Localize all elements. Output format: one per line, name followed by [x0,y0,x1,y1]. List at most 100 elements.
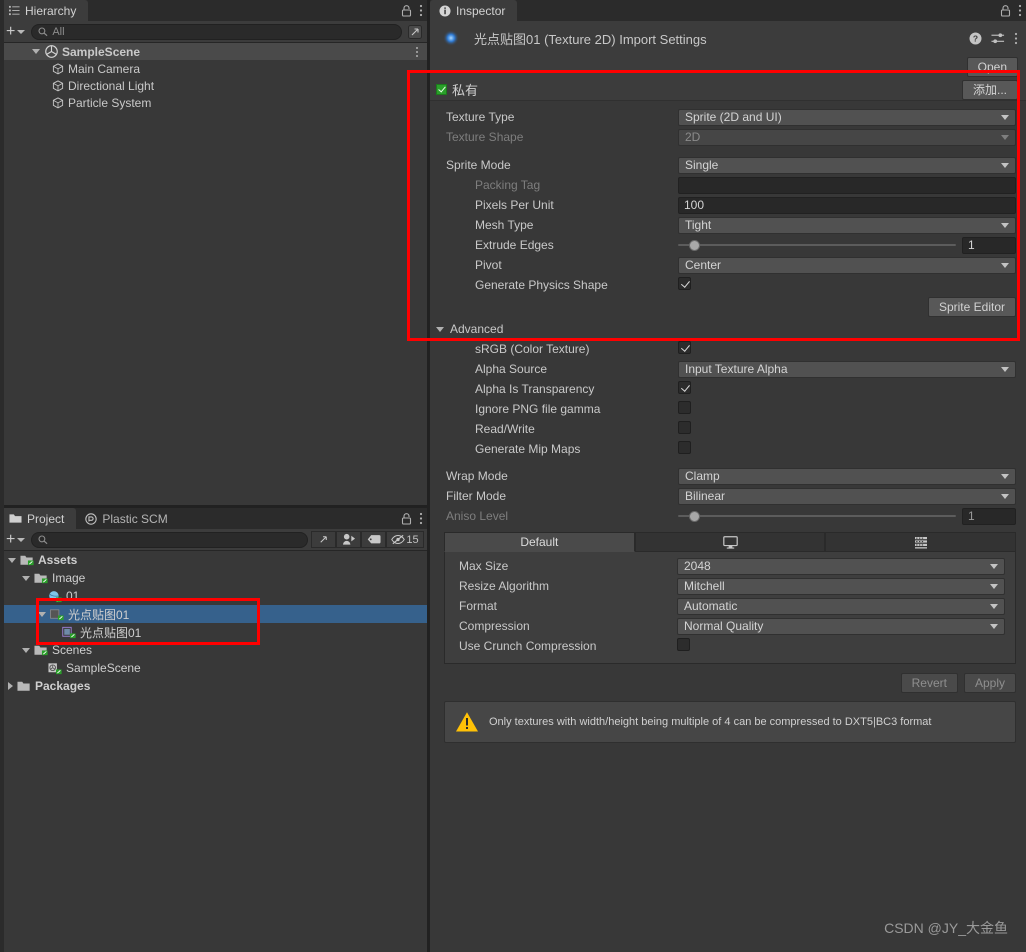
generate-mip-maps-checkbox[interactable] [678,441,691,454]
advanced-foldout[interactable]: Advanced [430,319,1026,339]
help-icon[interactable]: ? [969,32,982,45]
lock-icon[interactable] [401,512,412,525]
generate-physics-shape-checkbox[interactable] [678,277,691,290]
kebab-menu-icon[interactable] [1014,32,1018,45]
chevron-down-icon[interactable] [32,49,40,54]
field-label: Ignore PNG file gamma [475,402,601,416]
svg-text:?: ? [973,33,978,43]
resize-algorithm-dropdown[interactable]: Mitchell [677,577,1005,595]
dropdown-value: Tight [685,218,712,232]
packing-tag-input[interactable] [678,176,1016,194]
aniso-level-slider[interactable] [678,509,956,523]
alpha-is-transparency-checkbox[interactable] [678,381,691,394]
tab-hierarchy[interactable]: Hierarchy [0,0,89,21]
field-label: sRGB (Color Texture) [475,342,590,356]
field-label: Wrap Mode [446,469,508,483]
kebab-menu-icon[interactable] [415,46,419,58]
preset-icon[interactable] [991,32,1005,45]
platform-tab-default[interactable]: Default [444,532,635,552]
extrude-edges-value-input[interactable]: 1 [962,236,1016,254]
compression-dropdown[interactable]: Normal Quality [677,617,1005,635]
chevron-down-icon[interactable] [22,575,30,581]
project-item-samplescene[interactable]: SampleScene [0,659,427,677]
label-tag-icon[interactable] [361,531,386,548]
chevron-down-icon[interactable] [8,557,16,563]
project-expand-icon[interactable] [311,531,336,548]
tab-plastic-scm[interactable]: Plastic SCM [76,508,179,529]
texture-type-dropdown[interactable]: Sprite (2D and UI) [678,108,1016,126]
project-add-button[interactable]: + [3,531,28,548]
project-item-scenes[interactable]: Scenes [0,641,427,659]
project-item-sprite-child[interactable]: 光点贴图01 [0,623,427,641]
hierarchy-item-label: Directional Light [68,78,155,93]
hierarchy-item-particle-system[interactable]: Particle System [0,94,427,111]
panel-divider-horizontal[interactable] [0,505,427,508]
revert-button[interactable]: Revert [900,673,958,693]
input-value: 100 [684,198,705,212]
slider-knob[interactable] [689,239,701,251]
extrude-edges-slider[interactable] [678,238,956,252]
sprite-mode-dropdown[interactable]: Single [678,156,1016,174]
chevron-right-icon[interactable] [8,682,13,690]
aniso-level-value-input[interactable]: 1 [962,507,1016,525]
kebab-menu-icon[interactable] [419,4,423,17]
field-label: Alpha Source [475,362,548,376]
chevron-down-icon[interactable] [38,611,46,617]
max-size-dropdown[interactable]: 2048 [677,557,1005,575]
window-left-edge [0,0,4,952]
kebab-menu-icon[interactable] [419,512,423,525]
project-item-packages[interactable]: Packages [0,677,427,695]
apply-button[interactable]: Apply [963,673,1016,693]
gameobject-cube-icon [52,62,64,75]
chevron-down-icon [990,583,998,589]
platform-tab-android[interactable] [825,532,1017,552]
hidden-eye-toggle[interactable]: 15 [386,531,424,548]
hierarchy-expand-icon[interactable] [408,24,422,39]
field-label: Compression [459,619,530,633]
alpha-source-dropdown[interactable]: Input Texture Alpha [678,360,1016,378]
private-checkbox[interactable] [436,84,447,95]
platform-tab-standalone[interactable] [634,532,826,552]
hierarchy-item-directional-light[interactable]: Directional Light [0,77,427,94]
tab-project[interactable]: Project [0,508,77,529]
tab-inspector[interactable]: Inspector [430,0,518,21]
project-item-01[interactable]: 01 [0,587,427,605]
field-format: Format Automatic [445,596,1015,616]
project-item-assets[interactable]: Assets [0,551,427,569]
tab-inspector-label: Inspector [456,3,506,18]
revert-apply-row: Revert Apply [430,671,1026,695]
lock-icon[interactable] [1000,4,1011,17]
hierarchy-search-input[interactable]: All [31,23,402,40]
hierarchy-add-button[interactable]: + [3,23,28,40]
read-write-checkbox[interactable] [678,421,691,434]
field-pivot: Pivot Center [430,255,1026,275]
hierarchy-item-main-camera[interactable]: Main Camera [0,60,427,77]
pixels-per-unit-input[interactable]: 100 [678,196,1016,214]
inspector-open-row: Open [430,55,1026,79]
field-alpha-source: Alpha Source Input Texture Alpha [430,359,1026,379]
use-crunch-compression-checkbox[interactable] [677,638,690,651]
sprite-editor-button[interactable]: Sprite Editor [927,297,1016,317]
kebab-menu-icon[interactable] [1018,4,1022,17]
chevron-down-icon[interactable] [22,647,30,653]
filter-mode-dropdown[interactable]: Bilinear [678,487,1016,505]
mesh-type-dropdown[interactable]: Tight [678,216,1016,234]
project-item-texture-selected[interactable]: 光点贴图01 [0,605,427,623]
field-pixels-per-unit: Pixels Per Unit 100 [430,195,1026,215]
format-dropdown[interactable]: Automatic [677,597,1005,615]
project-search-input[interactable] [31,531,308,548]
field-packing-tag: Packing Tag [430,175,1026,195]
open-button[interactable]: Open [966,57,1018,77]
pivot-dropdown[interactable]: Center [678,256,1016,274]
lock-icon[interactable] [401,4,412,17]
add-button[interactable]: 添加... [961,79,1018,100]
avatar-filter-icon[interactable] [336,531,361,548]
texture-shape-dropdown[interactable]: 2D [678,128,1016,146]
folder-assets-icon [34,644,49,656]
ignore-png-file-gamma-checkbox[interactable] [678,401,691,414]
srgb-color-texture-checkbox[interactable] [678,341,691,354]
project-item-image[interactable]: Image [0,569,427,587]
wrap-mode-dropdown[interactable]: Clamp [678,467,1016,485]
hierarchy-item-samplescene[interactable]: SampleScene [0,43,427,60]
slider-knob[interactable] [689,510,701,522]
